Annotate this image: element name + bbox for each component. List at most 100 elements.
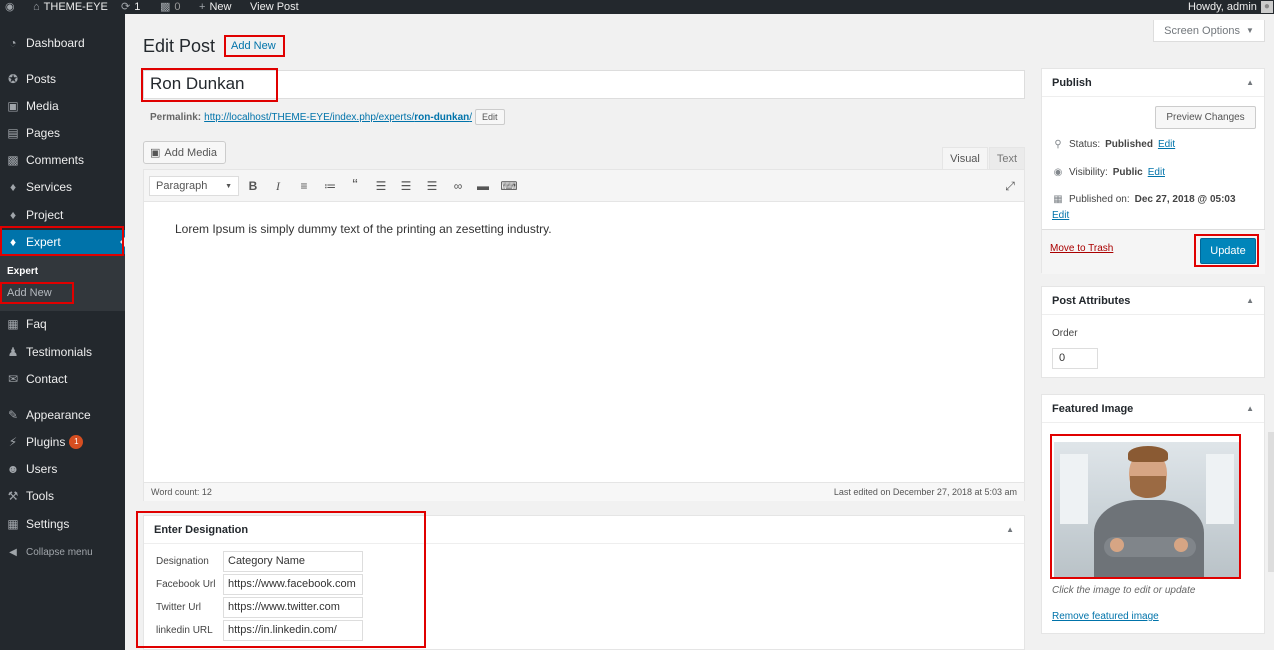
sidebar-item-testimonials[interactable]: ♟ Testimonials	[0, 340, 125, 364]
facebook-url-row: Facebook Url https://www.facebook.com	[156, 574, 363, 595]
sidebar-item-media[interactable]: ▣ Media	[0, 94, 125, 118]
sidebar-item-posts[interactable]: ✪ Posts	[0, 67, 125, 91]
twitter-url-row: Twitter Url https://www.twitter.com	[156, 597, 363, 618]
featured-image[interactable]	[1054, 442, 1240, 579]
fullscreen-icon[interactable]: ⤢	[1000, 176, 1020, 196]
featured-image-metabox: Featured Image ▲ Click the image to edit…	[1041, 394, 1265, 634]
view-post-link[interactable]: View Post	[250, 0, 299, 14]
twitter-url-input[interactable]: https://www.twitter.com	[223, 597, 363, 618]
sidebar-item-expert[interactable]: ♦ Expert	[0, 230, 125, 254]
pages-icon: ▤	[7, 126, 19, 140]
featured-image-header[interactable]: Featured Image ▲	[1042, 395, 1264, 423]
collapse-menu-label: Collapse menu	[26, 546, 93, 558]
eye-icon: ◉	[1053, 167, 1063, 178]
submenu-heading[interactable]: Expert	[7, 266, 38, 277]
remove-featured-image-link[interactable]: Remove featured image	[1052, 611, 1159, 622]
sidebar-item-settings[interactable]: ▦ Settings	[0, 512, 125, 536]
bullet-list-icon[interactable]: ≡	[294, 176, 314, 196]
bold-icon[interactable]: B	[243, 176, 263, 196]
updates-link[interactable]: ⟳ 1	[121, 0, 140, 14]
twitter-url-label: Twitter Url	[156, 602, 201, 613]
collapse-toggle-icon[interactable]: ▲	[1246, 296, 1254, 305]
screen-options-button[interactable]: Screen Options ▼	[1153, 20, 1265, 42]
sidebar-item-pages[interactable]: ▤ Pages	[0, 121, 125, 145]
collapse-toggle-icon[interactable]: ▲	[1246, 78, 1254, 87]
submenu-add-new[interactable]: Add New	[7, 287, 52, 299]
permalink-label: Permalink:	[150, 111, 202, 123]
designation-input[interactable]: Category Name	[223, 551, 363, 572]
post-attributes-metabox: Post Attributes ▲ Order 0	[1041, 286, 1265, 378]
wordpress-logo-icon[interactable]: ◉	[5, 0, 15, 14]
status-edit-link[interactable]: Edit	[1158, 139, 1175, 150]
designation-metabox-header[interactable]: Enter Designation ▲	[144, 516, 1024, 544]
sidebar-item-tools[interactable]: ⚒ Tools	[0, 484, 125, 508]
sidebar-item-faq[interactable]: ▦ Faq	[0, 312, 125, 336]
sidebar-item-label: Tools	[26, 489, 55, 503]
calendar-icon: ▦	[1053, 194, 1063, 205]
new-label: New	[209, 0, 232, 13]
align-right-icon[interactable]: ☰	[422, 176, 442, 196]
sidebar-item-label: Services	[26, 180, 73, 194]
sidebar-item-comments[interactable]: ▩ Comments	[0, 148, 125, 172]
designation-label: Designation	[156, 556, 209, 567]
brush-icon: ✎	[7, 408, 19, 422]
italic-icon[interactable]: I	[268, 176, 288, 196]
update-button[interactable]: Update	[1200, 238, 1256, 264]
collapse-menu-button[interactable]: ◀ Collapse menu	[0, 543, 125, 561]
howdy-text: Howdy, admin	[1188, 0, 1257, 13]
permalink-edit-button[interactable]: Edit	[475, 109, 505, 125]
sidebar-item-label: Appearance	[26, 408, 91, 422]
read-more-icon[interactable]: ▬	[473, 176, 493, 196]
linkedin-url-input[interactable]: https://in.linkedin.com/	[223, 620, 363, 641]
sidebar-item-label: Posts	[26, 72, 57, 86]
updates-count: 1	[134, 0, 141, 13]
publish-metabox-header[interactable]: Publish ▲	[1042, 69, 1264, 97]
sidebar-item-label: Pages	[26, 126, 61, 140]
visibility-edit-link[interactable]: Edit	[1148, 167, 1165, 178]
toolbar-toggle-icon[interactable]: ⌨	[499, 176, 519, 196]
sidebar-item-plugins[interactable]: ⚡ Plugins 1	[0, 430, 125, 454]
format-select[interactable]: Paragraph ▼	[149, 176, 239, 196]
move-to-trash-link[interactable]: Move to Trash	[1050, 243, 1113, 254]
published-on-edit-link[interactable]: Edit	[1052, 210, 1069, 221]
collapse-toggle-icon[interactable]: ▲	[1246, 404, 1254, 413]
comments-link[interactable]: ▩ 0	[160, 0, 181, 14]
page-scrollbar[interactable]	[1268, 432, 1274, 572]
tab-text[interactable]: Text	[989, 147, 1025, 169]
permalink-base: http://localhost/THEME-EYE/index.php/exp…	[204, 111, 415, 123]
post-attributes-header[interactable]: Post Attributes ▲	[1042, 287, 1264, 315]
plus-icon: +	[199, 0, 206, 13]
order-input[interactable]: 0	[1052, 348, 1098, 369]
avatar: ●	[1260, 1, 1273, 13]
numbered-list-icon[interactable]: ≔	[320, 176, 340, 196]
tab-visual[interactable]: Visual	[942, 147, 988, 169]
new-content-link[interactable]: + New	[199, 0, 231, 14]
add-new-button[interactable]: Add New	[231, 40, 276, 52]
site-name-link[interactable]: ⌂ THEME-EYE	[33, 0, 108, 14]
sidebar-item-appearance[interactable]: ✎ Appearance	[0, 403, 125, 427]
align-center-icon[interactable]: ☰	[396, 176, 416, 196]
sidebar-item-users[interactable]: ☻ Users	[0, 457, 125, 481]
post-title-input[interactable]: Ron Dunkan	[143, 70, 1025, 99]
preview-changes-button[interactable]: Preview Changes	[1155, 106, 1256, 129]
add-media-button[interactable]: ▣ Add Media	[143, 141, 226, 164]
sidebar-item-contact[interactable]: ✉ Contact	[0, 367, 125, 391]
expert-submenu	[0, 251, 125, 311]
dashboard-icon: ◔	[9, 36, 17, 50]
pin-icon: ⚲	[1054, 139, 1062, 150]
blockquote-icon[interactable]: “	[345, 176, 365, 196]
collapse-toggle-icon[interactable]: ▲	[1006, 525, 1014, 534]
permalink-link[interactable]: http://localhost/THEME-EYE/index.php/exp…	[204, 112, 472, 123]
editor-content[interactable]: Lorem Ipsum is simply dummy text of the …	[175, 222, 552, 236]
featured-image-title: Featured Image	[1052, 402, 1134, 415]
sidebar-item-dashboard[interactable]: ◔ Dashboard	[0, 31, 125, 55]
facebook-url-input[interactable]: https://www.facebook.com	[223, 574, 363, 595]
sidebar-item-project[interactable]: ♦ Project	[0, 203, 125, 227]
screen-options-label: Screen Options	[1164, 24, 1240, 37]
align-left-icon[interactable]: ☰	[371, 176, 391, 196]
sidebar-item-services[interactable]: ♦ Services	[0, 175, 125, 199]
account-menu[interactable]: Howdy, admin ●	[1188, 0, 1273, 14]
link-icon[interactable]: ∞	[448, 176, 468, 196]
settings-icon: ▦	[7, 517, 19, 531]
status-value: Published	[1105, 139, 1153, 150]
